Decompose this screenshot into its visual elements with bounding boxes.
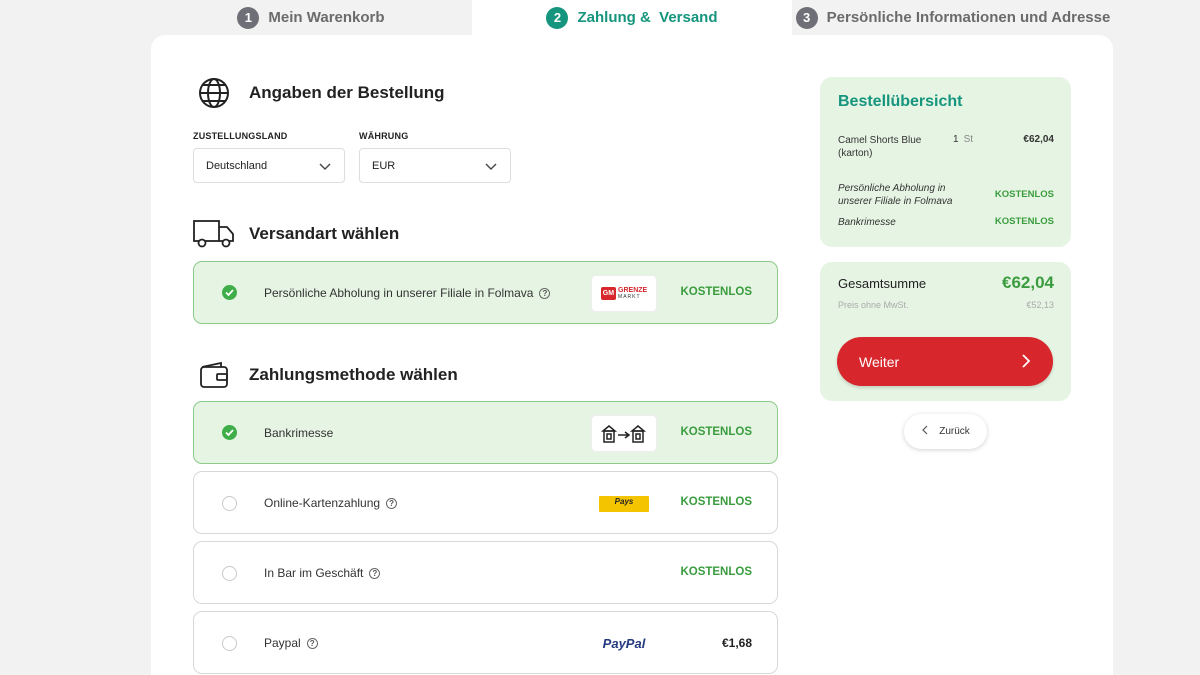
total-label: Gesamtsumme xyxy=(838,276,927,291)
order-details-title: Angaben der Bestellung xyxy=(249,83,445,102)
option-label: Persönliche Abholung in unserer Filiale … xyxy=(264,286,551,300)
logo-text: PayPal xyxy=(602,636,646,651)
option-price: KOSTENLOS xyxy=(680,496,752,508)
truck-icon xyxy=(193,217,235,251)
step-personal-info[interactable]: 3 Persönliche Informationen und Adresse xyxy=(792,0,1114,35)
radio-button[interactable] xyxy=(222,566,237,581)
country-value: Deutschland xyxy=(206,159,268,172)
payment-header: Zahlungsmethode wählen xyxy=(193,358,593,392)
step-payment-shipping[interactable]: 2 Zahlung & Versand xyxy=(472,0,792,35)
option-label-text: In Bar im Geschäft xyxy=(264,566,364,580)
wallet-icon xyxy=(193,358,235,392)
logo-text: GRENZE xyxy=(618,286,648,294)
summary-payment-row: Bankrimesse KOSTENLOS xyxy=(838,216,1054,230)
total-value: €62,04 xyxy=(1002,273,1054,292)
item-name: Camel Shorts Blue (karton) xyxy=(838,135,922,159)
radio-button[interactable] xyxy=(222,636,237,651)
step-number: 1 xyxy=(237,6,260,29)
checkout-steps: 1 Mein Warenkorb 2 Zahlung & Versand 3 P… xyxy=(0,0,1200,35)
country-select[interactable]: Deutschland xyxy=(193,148,345,183)
currency-value: EUR xyxy=(372,159,396,172)
radio-button[interactable] xyxy=(222,496,237,511)
option-label: Paypal ? xyxy=(264,636,318,650)
shipping-title: Versandart wählen xyxy=(249,224,400,243)
payment-option-card[interactable]: Online-Kartenzahlung ? Pays KOSTENLOS xyxy=(193,471,778,534)
country-label: ZUSTELLUNGSLAND xyxy=(193,131,288,141)
option-label: In Bar im Geschäft ? xyxy=(264,566,381,580)
payment-method: Bankrimesse xyxy=(838,217,896,228)
summary-item-row: Camel Shorts Blue (karton) 1 St €62,04 xyxy=(838,134,1054,162)
continue-button[interactable]: Weiter xyxy=(837,337,1053,386)
shipping-price: KOSTENLOS xyxy=(994,189,1054,200)
check-icon xyxy=(222,425,237,440)
paypal-logo: PayPal xyxy=(592,626,656,661)
option-price: KOSTENLOS xyxy=(680,426,752,438)
option-label: Online-Kartenzahlung ? xyxy=(264,496,398,510)
payment-price: KOSTENLOS xyxy=(994,216,1054,227)
shipping-method: Persönliche Abholung in unserer Filiale … xyxy=(838,183,953,207)
order-total: Gesamtsumme €62,04 Preis ohne MwSt. €52,… xyxy=(820,262,1071,401)
logo-text: MARKT xyxy=(618,293,641,300)
currency-label: WÄHRUNG xyxy=(359,131,409,141)
option-label: Bankrimesse xyxy=(264,426,333,440)
item-unit: St xyxy=(963,134,974,145)
option-price: KOSTENLOS xyxy=(680,566,752,578)
payment-title: Zahlungsmethode wählen xyxy=(249,365,458,384)
checkout-card: Angaben der Bestellung ZUSTELLUNGSLAND D… xyxy=(151,35,1113,675)
option-price: KOSTENLOS xyxy=(680,286,752,298)
logo-text: GM xyxy=(600,287,617,300)
payment-option-paypal[interactable]: Paypal ? PayPal €1,68 xyxy=(193,611,778,674)
shipping-header: Versandart wählen xyxy=(193,217,593,251)
step-number: 3 xyxy=(795,6,818,29)
payment-option-cash[interactable]: In Bar im Geschäft ? KOSTENLOS xyxy=(193,541,778,604)
option-price: €1,68 xyxy=(721,636,752,650)
step-label: Mein Warenkorb xyxy=(268,9,385,26)
net-price-value: €52,13 xyxy=(1026,300,1054,310)
order-summary: Bestellübersicht Camel Shorts Blue (kart… xyxy=(820,77,1071,247)
back-label: Zurück xyxy=(939,426,970,437)
item-price: €62,04 xyxy=(1023,134,1054,145)
help-icon[interactable]: ? xyxy=(369,567,381,579)
option-label-text: Online-Kartenzahlung xyxy=(264,496,381,510)
chevron-down-icon xyxy=(484,159,498,176)
summary-title: Bestellübersicht xyxy=(838,93,963,110)
currency-select[interactable]: EUR xyxy=(359,148,511,183)
shipping-option-pickup[interactable]: Persönliche Abholung in unserer Filiale … xyxy=(193,261,778,324)
grenze-markt-logo: GM GRENZE MARKT xyxy=(592,276,656,311)
back-button[interactable]: Zurück xyxy=(904,414,987,449)
summary-shipping-row: Persönliche Abholung in unserer Filiale … xyxy=(838,182,1054,210)
item-qty-value: 1 xyxy=(953,134,959,145)
order-details-header: Angaben der Bestellung xyxy=(193,76,593,110)
help-icon[interactable]: ? xyxy=(386,497,398,509)
help-icon[interactable]: ? xyxy=(306,637,318,649)
chevron-left-icon xyxy=(921,425,929,438)
pays-logo: Pays xyxy=(592,486,656,521)
net-price-label: Preis ohne MwSt. xyxy=(838,300,909,310)
check-icon xyxy=(222,285,237,300)
help-icon[interactable]: ? xyxy=(539,287,551,299)
payment-option-bank-transfer[interactable]: Bankrimesse KOSTENLOS xyxy=(193,401,778,464)
logo-text: Pays xyxy=(599,495,649,512)
step-label: Zahlung & Versand xyxy=(577,9,718,26)
option-label-text: Paypal xyxy=(264,636,301,650)
continue-label: Weiter xyxy=(859,353,900,370)
option-label-text: Bankrimesse xyxy=(264,426,334,440)
step-label: Persönliche Informationen und Adresse xyxy=(826,9,1111,26)
bank-transfer-icon xyxy=(592,416,656,451)
option-label-text: Persönliche Abholung in unserer Filiale … xyxy=(264,286,534,300)
step-cart[interactable]: 1 Mein Warenkorb xyxy=(150,0,472,35)
globe-icon xyxy=(193,76,235,110)
step-number: 2 xyxy=(546,6,569,29)
chevron-down-icon xyxy=(318,159,332,176)
item-quantity: 1 St xyxy=(953,134,973,145)
chevron-right-icon xyxy=(1019,353,1033,372)
